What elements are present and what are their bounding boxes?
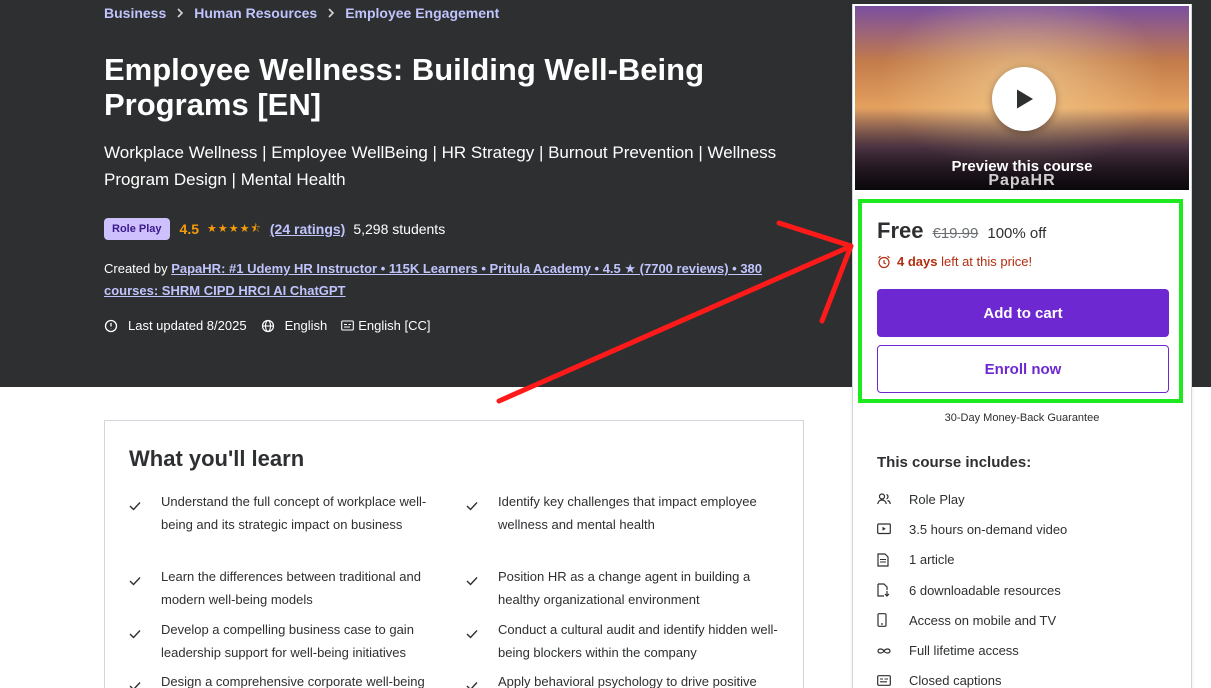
includes-item: 1 article [877, 545, 1067, 575]
instructor-link[interactable]: PapaHR: #1 Udemy HR Instructor • 115K Le… [104, 261, 762, 298]
breadcrumb-human-resources[interactable]: Human Resources [194, 5, 317, 21]
mobile-icon [877, 613, 909, 628]
course-captions: English [CC] [358, 318, 431, 333]
learn-item-text: Conduct a cultural audit and identify hi… [498, 622, 778, 660]
includes-title: This course includes: [877, 454, 1032, 471]
includes-item-label: Access on mobile and TV [909, 612, 1057, 628]
learn-item-text: Position HR as a change agent in buildin… [498, 569, 751, 607]
includes-item-label: 6 downloadable resources [909, 582, 1061, 598]
learn-title: What you'll learn [129, 446, 305, 471]
learn-item: Learn the differences between traditiona… [129, 566, 451, 611]
download-icon [877, 583, 909, 597]
learn-item-text: Understand the full concept of workplace… [161, 494, 427, 532]
alert-badge-icon [104, 319, 118, 333]
chevron-right-icon [176, 8, 184, 18]
includes-item-label: Role Play [909, 491, 965, 507]
course-language: English [284, 318, 328, 333]
star-rating-icon: ★★★★⯪ [207, 222, 262, 235]
learn-item: Develop a compelling business case to ga… [129, 619, 451, 664]
students-count: 5,298 students [353, 221, 446, 237]
chevron-right-icon [327, 8, 335, 18]
learn-item: Design a comprehensive corporate well-be… [129, 671, 451, 688]
check-icon [466, 496, 478, 519]
includes-item: Access on mobile and TV [877, 605, 1067, 635]
includes-item: 3.5 hours on-demand video [877, 514, 1067, 544]
globe-icon [261, 319, 275, 333]
last-updated: Last updated 8/2025 [128, 318, 247, 333]
check-icon [129, 676, 141, 688]
check-icon [129, 571, 141, 594]
money-back-guarantee: 30-Day Money-Back Guarantee [944, 412, 1100, 424]
check-icon [466, 571, 478, 594]
role-play-badge: Role Play [104, 218, 170, 240]
green-highlight-box [858, 199, 1183, 403]
play-button[interactable] [992, 67, 1056, 131]
learn-item: Identify key challenges that impact empl… [466, 491, 788, 536]
created-by: Created by PapaHR: #1 Udemy HR Instructo… [104, 258, 794, 302]
rating-row: Role Play 4.5 ★★★★⯪ (24 ratings) 5,298 s… [104, 218, 445, 240]
includes-item-label: 3.5 hours on-demand video [909, 521, 1068, 537]
includes-list: Role Play 3.5 hours on-demand video 1 ar… [877, 484, 1067, 688]
includes-item-label: Closed captions [909, 673, 1002, 688]
ratings-count-link[interactable]: (24 ratings) [270, 221, 345, 237]
includes-item: 6 downloadable resources [877, 575, 1067, 605]
includes-item-label: Full lifetime access [909, 643, 1019, 659]
learn-item: Position HR as a change agent in buildin… [466, 566, 788, 611]
learn-item-text: Design a comprehensive corporate well-be… [161, 674, 425, 688]
includes-item: Closed captions [877, 666, 1067, 688]
infinity-icon [877, 647, 909, 655]
article-icon [877, 553, 909, 567]
learn-item-text: Develop a compelling business case to ga… [161, 622, 414, 660]
rating-value: 4.5 [179, 221, 199, 237]
course-title: Employee Wellness: Building Well-Being P… [104, 52, 705, 122]
people-icon [877, 493, 909, 505]
learn-item: Apply behavioral psychology to drive pos… [466, 671, 788, 688]
learn-item-text: Identify key challenges that impact empl… [498, 494, 757, 532]
check-icon [466, 624, 478, 647]
includes-item: Full lifetime access [877, 635, 1067, 665]
check-icon [129, 496, 141, 519]
play-icon [1017, 89, 1033, 109]
learn-item: Conduct a cultural audit and identify hi… [466, 619, 788, 664]
learn-item: Understand the full concept of workplace… [129, 491, 451, 536]
course-meta: Last updated 8/2025 English English [CC] [104, 318, 430, 333]
check-icon [466, 676, 478, 688]
includes-item-label: 1 article [909, 552, 955, 568]
video-icon [877, 523, 909, 535]
captions-icon [341, 320, 355, 331]
what-youll-learn: What you'll learn Understand the full co… [104, 420, 804, 688]
breadcrumb-employee-engagement[interactable]: Employee Engagement [345, 5, 499, 21]
course-preview[interactable]: Preview this course PapaHR [855, 6, 1189, 190]
brand-watermark: PapaHR [988, 172, 1056, 189]
learn-item-text: Learn the differences between traditiona… [161, 569, 421, 607]
breadcrumb: Business Human Resources Employee Engage… [104, 5, 499, 21]
captions-icon [877, 675, 909, 687]
includes-item: Role Play [877, 484, 1067, 514]
course-subtitle: Workplace Wellness | Employee WellBeing … [104, 143, 777, 189]
learn-item-text: Apply behavioral psychology to drive pos… [498, 674, 757, 688]
breadcrumb-business[interactable]: Business [104, 5, 166, 21]
check-icon [129, 624, 141, 647]
created-by-label: Created by [104, 261, 168, 276]
